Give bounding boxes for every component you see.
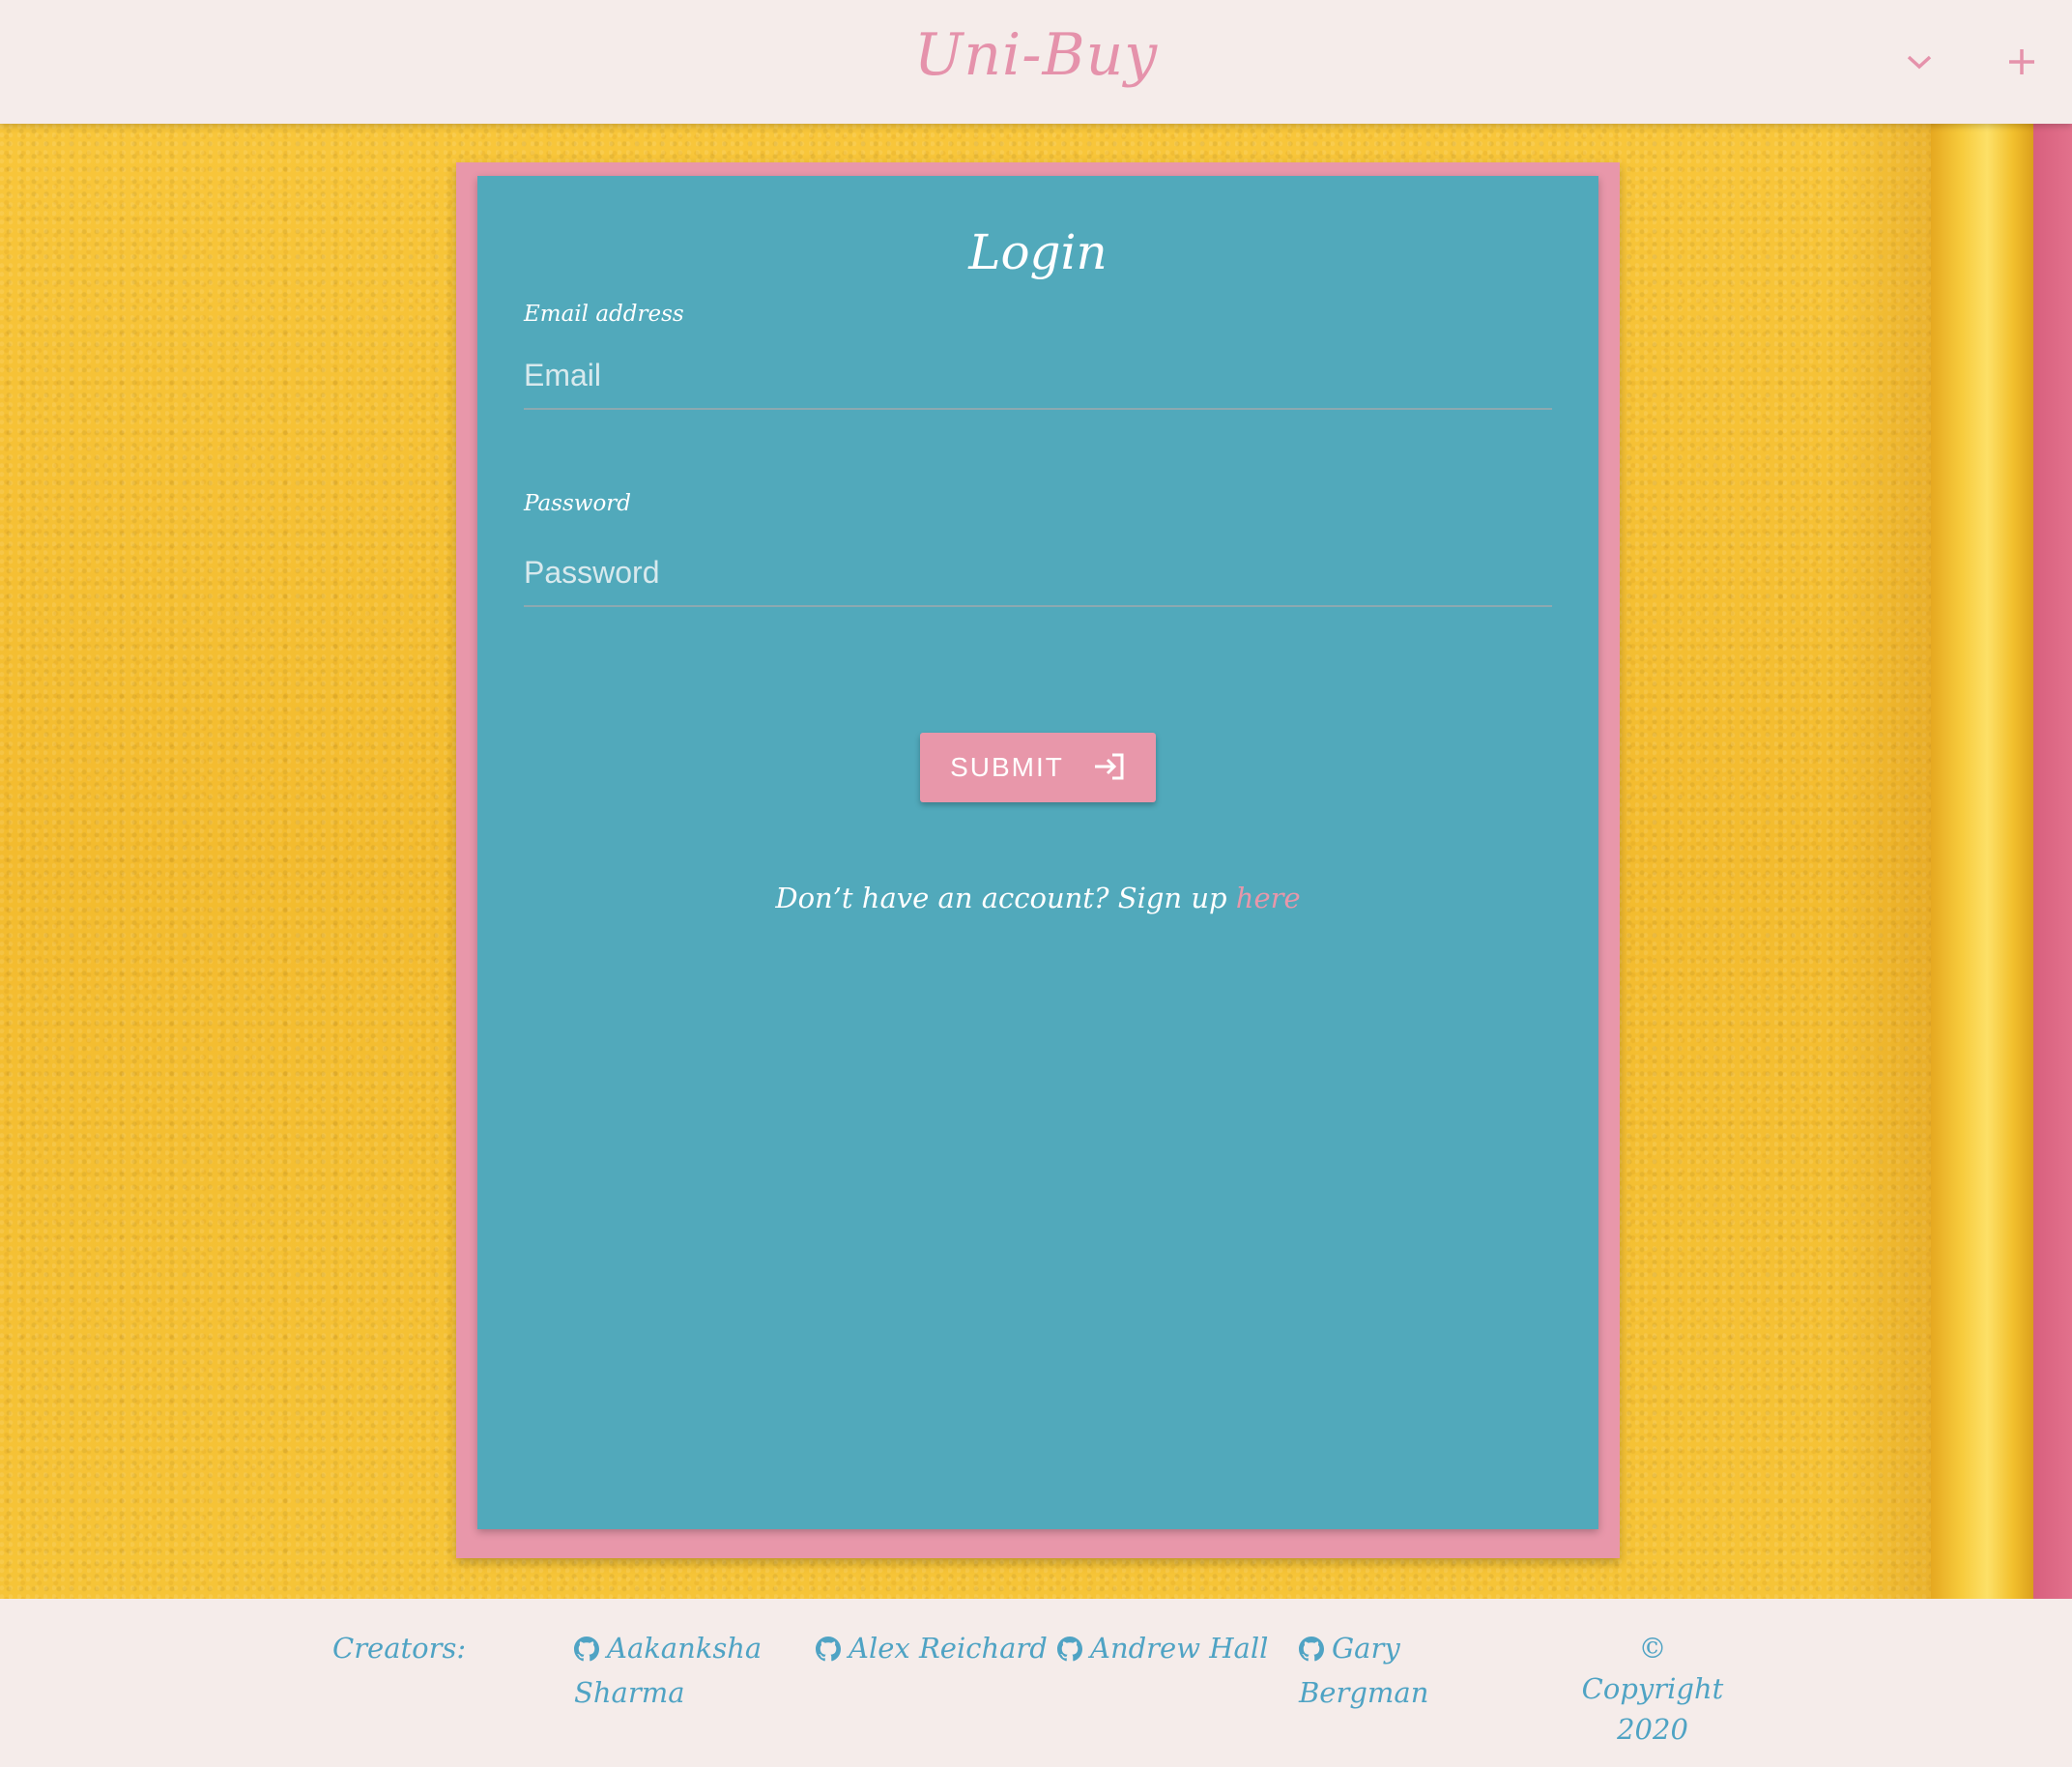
brand-logo[interactable]: Uni-Buy — [0, 21, 2072, 89]
creators-label: Creators: — [332, 1632, 467, 1665]
creator-link-alex[interactable]: Alex Reichard — [816, 1628, 1048, 1672]
creator-name: Aakanksha Sharma — [574, 1632, 763, 1709]
footer: Creators: Aakanksha Sharma Alex Reichard… — [0, 1599, 2072, 1767]
login-title: Login — [968, 224, 1108, 280]
submit-button-label: SUBMIT — [950, 752, 1064, 782]
login-icon — [1093, 752, 1126, 784]
github-icon — [816, 1632, 841, 1672]
github-icon — [1299, 1632, 1324, 1672]
password-label: Password — [524, 491, 632, 516]
login-card: Login Email address Password SUBMIT Don’… — [477, 176, 1598, 1529]
github-icon — [574, 1632, 599, 1672]
github-icon — [1057, 1632, 1082, 1672]
signup-prompt: Don’t have an account? Sign up here — [477, 882, 1598, 914]
signup-prompt-text: Don’t have an account? Sign up — [775, 882, 1227, 914]
submit-button[interactable]: SUBMIT — [920, 733, 1156, 802]
copyright-text: © Copyright 2020 — [1581, 1632, 1724, 1746]
email-field[interactable] — [524, 342, 1552, 410]
chevron-down-icon[interactable] — [1896, 39, 1942, 85]
top-navbar: Uni-Buy — [0, 0, 2072, 124]
creator-link-gary[interactable]: Gary Bergman — [1299, 1628, 1492, 1713]
yellow-pipe — [1931, 124, 2033, 1599]
wall-shadow — [1836, 124, 1933, 1599]
signup-link[interactable]: here — [1236, 882, 1301, 914]
pink-wall-edge — [2033, 124, 2072, 1599]
creator-name: Alex Reichard — [849, 1632, 1048, 1665]
login-card-frame: Login Email address Password SUBMIT Don’… — [456, 162, 1620, 1558]
email-label: Email address — [524, 302, 684, 327]
creator-link-andrew[interactable]: Andrew Hall — [1057, 1628, 1270, 1672]
creator-link-aakanksha[interactable]: Aakanksha Sharma — [574, 1628, 787, 1713]
creator-name: Andrew Hall — [1090, 1632, 1269, 1665]
plus-icon[interactable] — [1999, 39, 2045, 85]
password-field[interactable] — [524, 539, 1552, 607]
